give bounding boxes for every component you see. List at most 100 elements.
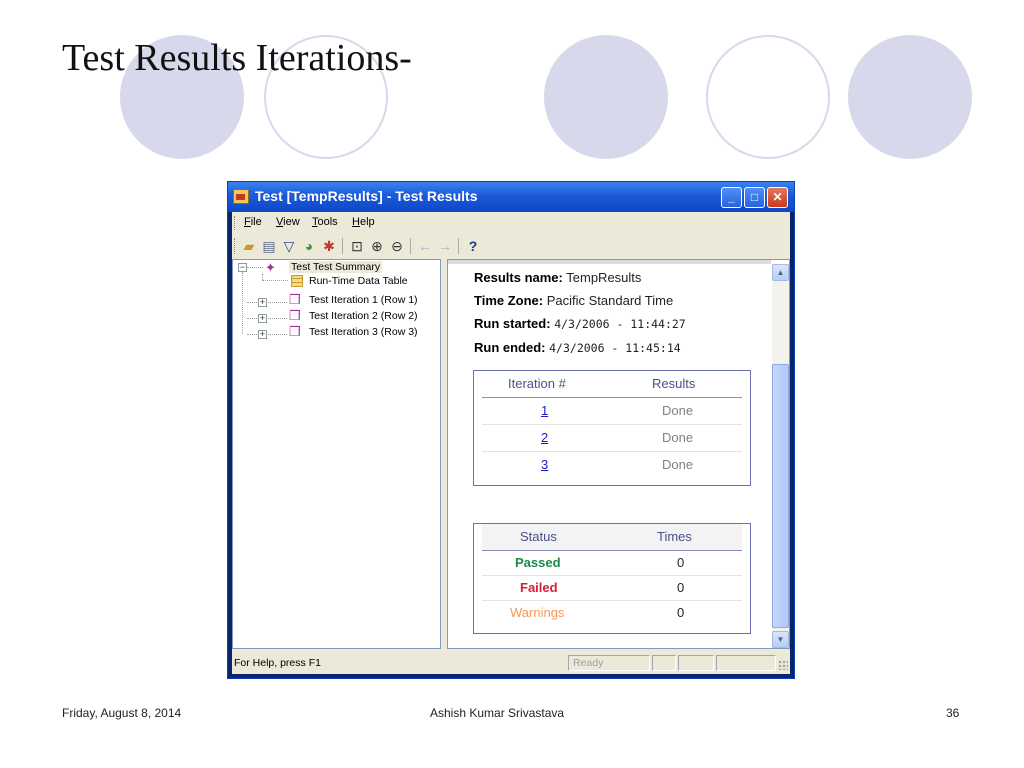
tree-line xyxy=(247,267,263,268)
iteration-link[interactable]: 3 xyxy=(541,457,548,472)
window-title: Test [TempResults] - Test Results xyxy=(255,188,478,204)
forward-icon[interactable]: → xyxy=(436,237,454,255)
tree-node-data-table[interactable]: Run-Time Data Table xyxy=(309,275,408,287)
help-icon[interactable]: ? xyxy=(464,237,482,255)
back-icon[interactable]: ← xyxy=(416,237,434,255)
iteration-link[interactable]: 1 xyxy=(541,403,548,418)
table-header: Status Times xyxy=(482,524,742,551)
menu-file[interactable]: File xyxy=(244,216,262,228)
qc-icon[interactable]: ✱ xyxy=(320,237,338,255)
tree-node-iteration-1[interactable]: Test Iteration 1 (Row 1) xyxy=(309,294,418,306)
close-button[interactable]: ✕ xyxy=(767,187,788,208)
filter-icon[interactable]: ▽ xyxy=(280,237,298,255)
tree-line xyxy=(247,302,287,303)
column-header-status: Status xyxy=(520,529,557,544)
status-failed: Failed xyxy=(520,580,558,595)
help-status: For Help, press F1 xyxy=(234,657,321,669)
menu-help[interactable]: Help xyxy=(352,216,375,228)
title-bar[interactable]: Test [TempResults] - Test Results _ □ ✕ xyxy=(228,182,794,212)
status-table: Status Times Passed 0 Failed 0 Warnings … xyxy=(473,523,751,634)
result-cell: Done xyxy=(662,457,694,472)
result-cell: Done xyxy=(662,430,694,445)
open-icon[interactable]: ▰ xyxy=(240,237,258,255)
table-header: Iteration # Results xyxy=(482,371,742,398)
decor-circle-4 xyxy=(706,35,830,159)
print-icon[interactable]: ▤ xyxy=(260,237,278,255)
result-cell: Done xyxy=(662,403,694,418)
status-passed: Passed xyxy=(515,555,561,570)
footer-author: Ashish Kumar Srivastava xyxy=(430,706,565,720)
test-results-window: Test [TempResults] - Test Results _ □ ✕ … xyxy=(228,182,794,678)
time-zone-line: Time Zone: Pacific Standard Time xyxy=(474,293,674,308)
window-client: File View Tools Help ▰ ▤ ▽ ◕ ✱ ⊡ ⊕ ⊖ ← →… xyxy=(232,212,790,674)
results-tree[interactable]: − ✦ Test Test Summary Run-Time Data Tabl… xyxy=(232,259,441,649)
table-row: 2 Done xyxy=(482,425,742,452)
menu-view[interactable]: View xyxy=(276,216,300,228)
expand-icon[interactable]: + xyxy=(258,298,267,307)
test-summary-icon: ✦ xyxy=(265,260,276,275)
tree-node-summary[interactable]: Test Test Summary xyxy=(289,261,383,273)
times-cell: 0 xyxy=(677,580,685,595)
column-header-iteration: Iteration # xyxy=(508,376,566,391)
tree-line xyxy=(262,280,288,281)
decor-circle-5 xyxy=(848,35,972,159)
iteration-link[interactable]: 2 xyxy=(541,430,548,445)
decor-circle-3 xyxy=(544,35,668,159)
table-row: Passed 0 xyxy=(482,551,742,576)
scroll-down-icon[interactable]: ▼ xyxy=(772,631,789,648)
toolbar: ▰ ▤ ▽ ◕ ✱ ⊡ ⊕ ⊖ ← → ? xyxy=(232,234,790,258)
times-cell: 0 xyxy=(677,555,685,570)
iteration-icon: ❐ xyxy=(289,324,301,339)
results-name-line: Results name: TempResults xyxy=(474,270,642,285)
table-row: Warnings 0 xyxy=(482,601,742,625)
status-panel xyxy=(678,655,714,671)
run-ended-line: Run ended: 4/3/2006 - 11:45:14 xyxy=(474,340,681,355)
maximize-button[interactable]: □ xyxy=(744,187,765,208)
ready-panel: Ready xyxy=(568,655,650,671)
table-row: 3 Done xyxy=(482,452,742,478)
scroll-thumb[interactable] xyxy=(772,364,789,628)
expand-icon[interactable]: + xyxy=(258,330,267,339)
footer-date: Friday, August 8, 2014 xyxy=(62,706,182,720)
expand-icon[interactable]: + xyxy=(258,314,267,323)
status-panel xyxy=(716,655,776,671)
page-number: 36 xyxy=(946,706,960,720)
column-header-results: Results xyxy=(652,376,696,391)
iteration-icon: ❐ xyxy=(289,292,301,307)
iterations-table: Iteration # Results 1 Done 2 Done 3 Done xyxy=(473,370,751,486)
minimize-button[interactable]: _ xyxy=(721,187,742,208)
table-row: Failed 0 xyxy=(482,576,742,601)
toolbar-separator xyxy=(458,238,459,254)
zoom-fit-icon[interactable]: ⊡ xyxy=(348,237,366,255)
status-panel xyxy=(652,655,676,671)
menubar-grip-icon xyxy=(234,216,237,230)
slide-title: Test Results Iterations- xyxy=(62,37,412,79)
vertical-scrollbar[interactable]: ▲ ▼ xyxy=(772,264,789,648)
times-cell: 0 xyxy=(677,605,685,620)
toolbar-separator xyxy=(410,238,411,254)
run-started-line: Run started: 4/3/2006 - 11:44:27 xyxy=(474,316,686,331)
status-bar: For Help, press F1 Ready xyxy=(232,652,790,674)
app-icon[interactable] xyxy=(233,189,249,204)
collapse-icon[interactable]: − xyxy=(238,263,247,272)
resize-grip-icon[interactable] xyxy=(778,660,788,670)
zoom-in-icon[interactable]: ⊕ xyxy=(368,237,386,255)
table-row: 1 Done xyxy=(482,398,742,425)
zoom-out-icon[interactable]: ⊖ xyxy=(388,237,406,255)
iteration-icon: ❐ xyxy=(289,308,301,323)
menu-bar: File View Tools Help xyxy=(232,212,790,234)
tree-line xyxy=(242,272,243,334)
status-warnings: Warnings xyxy=(510,605,565,620)
scroll-up-icon[interactable]: ▲ xyxy=(772,264,789,281)
column-header-times: Times xyxy=(657,529,692,544)
tree-line xyxy=(247,318,287,319)
data-table-icon xyxy=(291,275,303,287)
tree-line xyxy=(247,334,287,335)
tree-node-iteration-2[interactable]: Test Iteration 2 (Row 2) xyxy=(309,310,418,322)
find-icon[interactable]: ◕ xyxy=(300,237,318,255)
toolbar-separator xyxy=(342,238,343,254)
tree-node-iteration-3[interactable]: Test Iteration 3 (Row 3) xyxy=(309,326,418,338)
menu-tools[interactable]: Tools xyxy=(312,216,338,228)
pane-top-border xyxy=(448,260,771,264)
results-pane: Results name: TempResults Time Zone: Pac… xyxy=(447,259,790,649)
